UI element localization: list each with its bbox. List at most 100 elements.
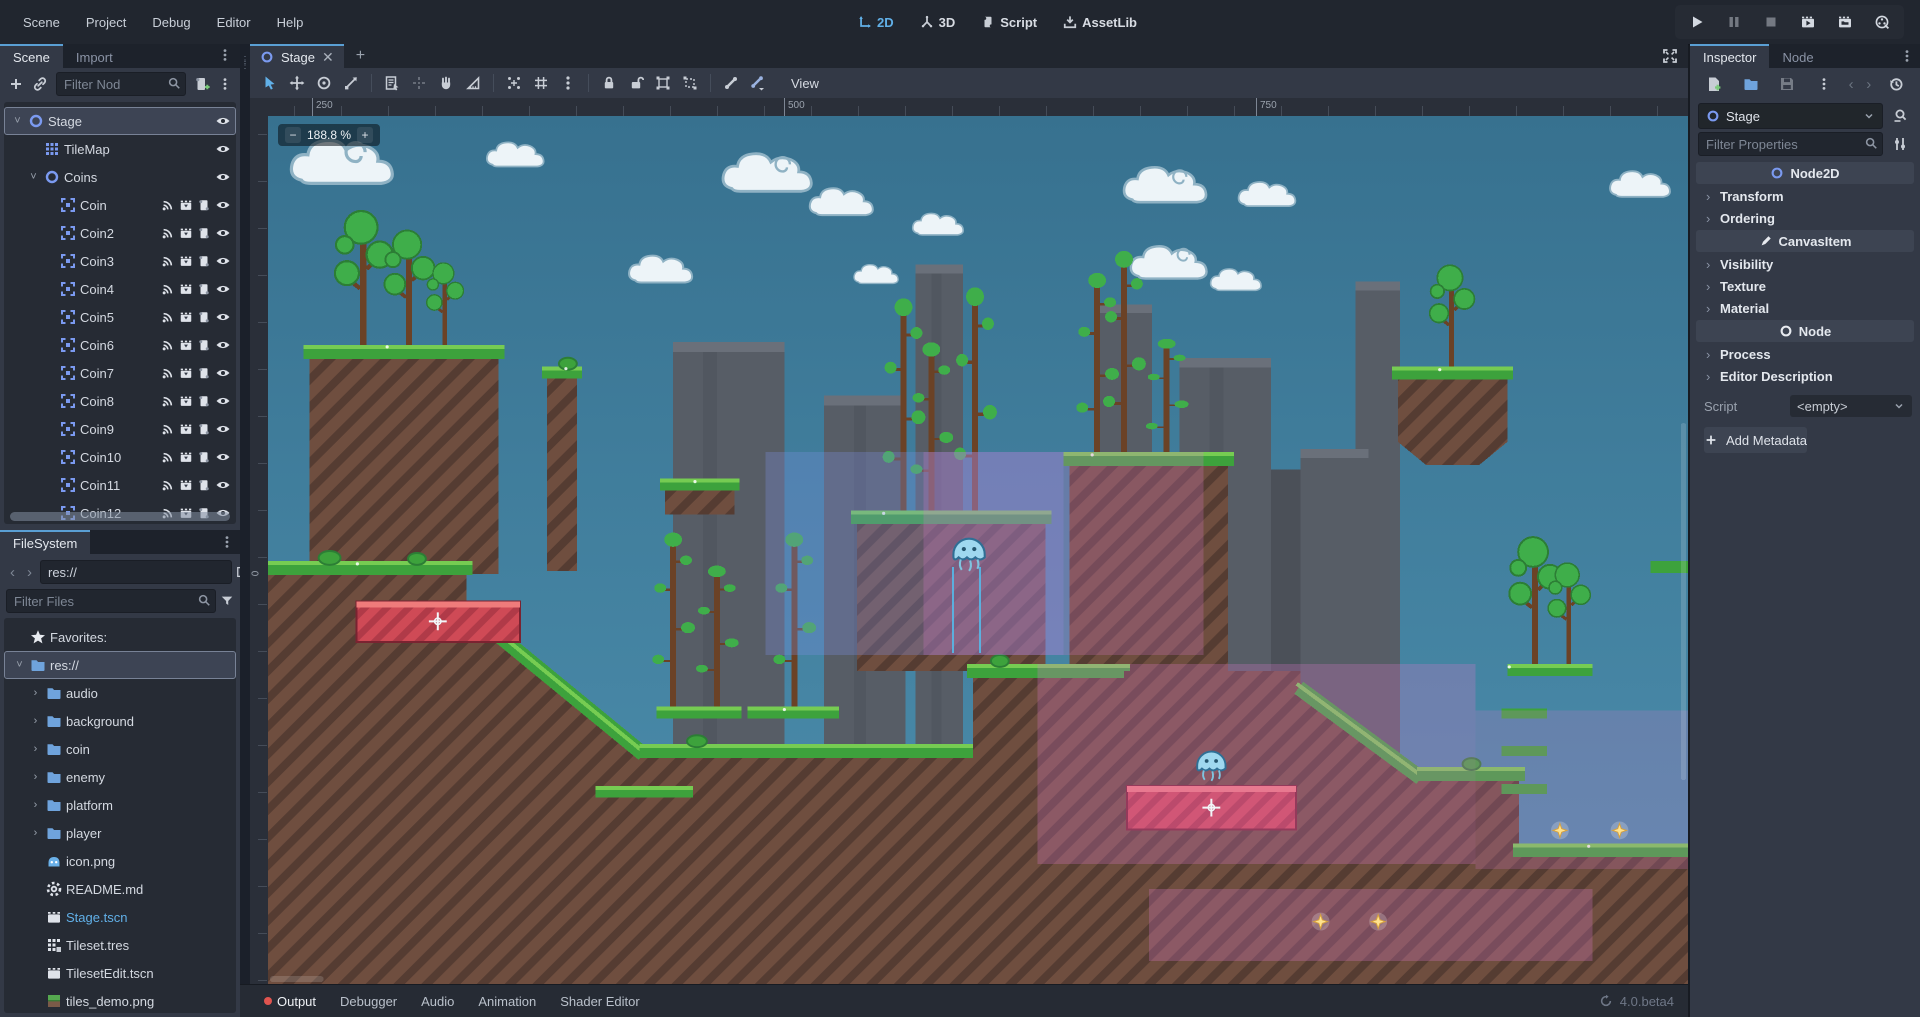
script-icon[interactable] [197, 394, 211, 408]
filter-files-input[interactable] [6, 589, 216, 613]
script-icon[interactable] [197, 226, 211, 240]
expand-arrow-icon[interactable]: › [29, 687, 42, 699]
coin-sprite[interactable] [1611, 822, 1629, 840]
skeleton-menu-button[interactable] [746, 71, 770, 95]
inspector-section[interactable]: › Ordering [1696, 207, 1914, 229]
play-button[interactable] [1689, 14, 1705, 30]
instanced-scene-icon[interactable] [179, 394, 193, 408]
scene-tree-row[interactable]: Coin5 [4, 303, 236, 331]
expand-arrow-icon[interactable]: ˅ [11, 115, 24, 127]
file-tree-row[interactable]: icon.png [4, 847, 236, 875]
visibility-eye-icon[interactable] [215, 281, 231, 297]
group-node-button[interactable] [651, 71, 675, 95]
visibility-eye-icon[interactable] [215, 337, 231, 353]
scene-tree-row[interactable]: Coin2 [4, 219, 236, 247]
script-icon[interactable] [197, 310, 211, 324]
file-tree-row[interactable]: › audio [4, 679, 236, 707]
scene-tree-row[interactable]: Coin8 [4, 387, 236, 415]
visibility-eye-icon[interactable] [215, 477, 231, 493]
viewport-vscrollbar[interactable] [1681, 423, 1686, 780]
visibility-eye-icon[interactable] [215, 449, 231, 465]
toggle-grid-snap[interactable] [529, 71, 553, 95]
scene-tree-row[interactable]: Coin4 [4, 275, 236, 303]
file-tree-row[interactable]: › coin [4, 735, 236, 763]
scene-tree-menu-icon[interactable] [218, 77, 232, 91]
dock-menu-icon[interactable] [214, 530, 240, 554]
add-metadata-button[interactable]: Add Metadata [1704, 427, 1807, 453]
expand-arrow-icon[interactable]: ˅ [13, 659, 26, 671]
close-tab-icon[interactable]: ✕ [322, 49, 334, 66]
signal-connections-icon[interactable] [161, 450, 175, 464]
script-icon[interactable] [197, 478, 211, 492]
tool-scale[interactable] [339, 71, 363, 95]
script-value-dropdown[interactable]: <empty> [1790, 395, 1912, 417]
scene-tree-row[interactable]: Coin [4, 191, 236, 219]
visibility-eye-icon[interactable] [215, 421, 231, 437]
stop-button[interactable] [1763, 14, 1779, 30]
script-icon[interactable] [197, 450, 211, 464]
history-back-icon[interactable]: ‹ [1849, 76, 1854, 93]
toggle-smart-snap[interactable] [502, 71, 526, 95]
file-tree-row[interactable]: › background [4, 707, 236, 735]
visibility-eye-icon[interactable] [215, 253, 231, 269]
dock-tab[interactable]: Import [63, 44, 126, 68]
edited-node-selector[interactable]: Stage [1698, 103, 1883, 129]
bottom-panel-button[interactable]: Animation [468, 990, 546, 1013]
visibility-eye-icon[interactable] [215, 309, 231, 325]
bottom-panel-button[interactable]: Audio [411, 990, 464, 1013]
menu-button[interactable]: Help [264, 11, 317, 34]
bottom-panel-button[interactable]: Output [254, 990, 326, 1013]
tool-detach[interactable] [407, 71, 431, 95]
signal-connections-icon[interactable] [161, 366, 175, 380]
sort-files-icon[interactable] [220, 594, 234, 608]
instanced-scene-icon[interactable] [179, 282, 193, 296]
save-resource-icon[interactable] [1775, 72, 1799, 96]
script-icon[interactable] [197, 422, 211, 436]
expand-arrow-icon[interactable]: › [29, 715, 42, 727]
instanced-scene-icon[interactable] [179, 338, 193, 352]
dock-tab-filesystem[interactable]: FileSystem [0, 530, 90, 554]
instanced-scene-icon[interactable] [179, 478, 193, 492]
new-scene-tab-button[interactable]: + [344, 44, 377, 68]
scene-tree-row[interactable]: TileMap [4, 135, 236, 163]
expand-arrow-icon[interactable]: › [29, 771, 42, 783]
inspector-section[interactable]: › Transform [1696, 185, 1914, 207]
file-tree-row[interactable]: Stage.tscn [4, 903, 236, 931]
inspector-section[interactable]: › Visibility [1696, 253, 1914, 275]
add-node-button[interactable] [8, 76, 24, 92]
file-tree-row[interactable]: TilesetEdit.tscn [4, 959, 236, 987]
zoom-out-button[interactable]: − [285, 127, 301, 143]
dock-menu-icon[interactable] [1894, 44, 1920, 68]
dock-tab[interactable]: Node [1769, 44, 1826, 68]
signal-connections-icon[interactable] [161, 394, 175, 408]
distraction-free-icon[interactable] [1662, 44, 1678, 68]
inspector-section[interactable]: › Texture [1696, 275, 1914, 297]
inspector-section[interactable]: › Process [1696, 343, 1914, 365]
context-switch-button[interactable]: Script [981, 15, 1037, 30]
bottom-panel-button[interactable]: Shader Editor [550, 990, 650, 1013]
horizontal-ruler[interactable]: 250 500 750 [268, 98, 1688, 117]
instance-scene-button[interactable] [32, 76, 48, 92]
file-tree-row[interactable]: Tileset.tres [4, 931, 236, 959]
tool-pan[interactable] [434, 71, 458, 95]
viewport-hscrollbar[interactable] [270, 976, 324, 982]
instanced-scene-icon[interactable] [179, 422, 193, 436]
history-forward-icon[interactable]: › [23, 564, 36, 581]
scene-tab-stage[interactable]: Stage ✕ [250, 44, 344, 68]
movie-writer-button[interactable] [1874, 14, 1890, 30]
file-tree-row[interactable]: ˅ res:// [4, 651, 236, 679]
signal-connections-icon[interactable] [161, 338, 175, 352]
tool-move[interactable] [285, 71, 309, 95]
signal-connections-icon[interactable] [161, 282, 175, 296]
inspector-section[interactable]: CanvasItem [1696, 230, 1914, 252]
script-icon[interactable] [197, 198, 211, 212]
open-docs-icon[interactable] [1888, 104, 1912, 128]
pause-button[interactable] [1726, 14, 1742, 30]
history-back-icon[interactable]: ‹ [6, 564, 19, 581]
visibility-eye-icon[interactable] [215, 141, 231, 157]
expand-arrow-icon[interactable]: › [29, 799, 42, 811]
context-switch-button[interactable]: 2D [858, 15, 894, 30]
expand-arrow-icon[interactable]: ˅ [27, 171, 40, 183]
file-tree-row[interactable]: › player [4, 819, 236, 847]
vertical-ruler[interactable]: 0 [250, 116, 269, 985]
